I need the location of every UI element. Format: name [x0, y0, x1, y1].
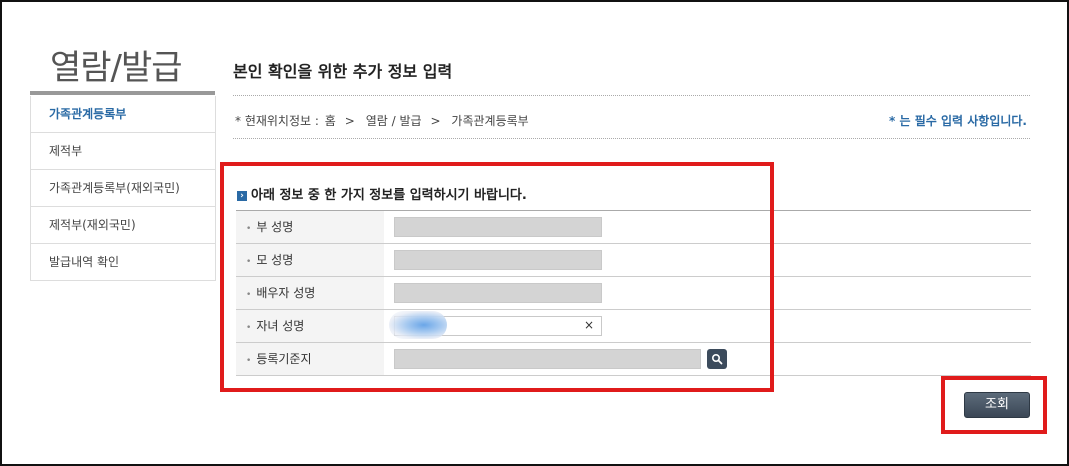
- sidebar-item-removed-register-overseas[interactable]: 제적부(재외국민): [31, 207, 215, 244]
- breadcrumb-current: 가족관계등록부: [451, 114, 529, 128]
- highlight-box-form: [220, 162, 774, 392]
- page-title: 본인 확인을 위한 추가 정보 입력: [233, 62, 453, 81]
- sidebar-item-issue-history[interactable]: 발급내역 확인: [31, 244, 215, 281]
- required-note: * 는 필수 입력 사항입니다.: [889, 114, 1027, 128]
- sidebar-menu: 가족관계등록부 제적부 가족관계등록부(재외국민) 제적부(재외국민) 발급내역…: [30, 96, 216, 281]
- divider: [233, 95, 1030, 96]
- sidebar-title: 열람/발급: [50, 48, 183, 88]
- sidebar-item-family-register[interactable]: 가족관계등록부: [31, 96, 215, 133]
- submit-button[interactable]: 조회: [964, 392, 1030, 418]
- breadcrumb-view-issue[interactable]: 열람 / 발급: [366, 114, 422, 128]
- breadcrumb-separator: >: [344, 114, 355, 128]
- breadcrumb-home[interactable]: 홈: [325, 114, 336, 128]
- divider: [233, 138, 1030, 139]
- sidebar-item-removed-register[interactable]: 제적부: [31, 133, 215, 170]
- sidebar-item-family-register-overseas[interactable]: 가족관계등록부(재외국민): [31, 170, 215, 207]
- breadcrumb-prefix: * 현재위치정보 :: [235, 114, 319, 128]
- breadcrumb: * 현재위치정보 : 홈 > 열람 / 발급 > 가족관계등록부: [235, 112, 531, 129]
- sidebar-divider: [30, 91, 215, 95]
- breadcrumb-separator: >: [430, 114, 441, 128]
